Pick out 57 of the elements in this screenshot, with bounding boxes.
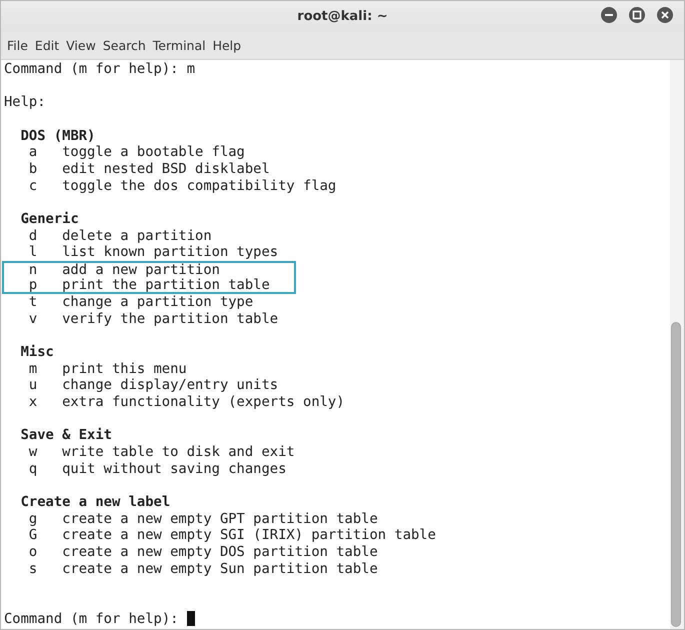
scrollbar[interactable]: [670, 60, 684, 629]
command-key: s: [28, 560, 62, 578]
command-key: a: [28, 144, 62, 161]
command-prompt: Command (m for help):: [4, 610, 180, 627]
command-key: d: [28, 228, 62, 244]
command-description: create a new empty GPT partition table: [62, 510, 378, 527]
command-key: t: [28, 294, 62, 311]
minimize-icon[interactable]: [600, 6, 618, 24]
command-description: extra functionality (experts only): [62, 394, 345, 410]
menu-item[interactable]: Edit: [34, 38, 60, 53]
section-title: Generic: [20, 210, 79, 227]
section-title: Misc: [20, 344, 54, 360]
command-description: create a new empty Sun partition table: [62, 560, 378, 577]
command-description: toggle the dos compatibility flag: [62, 178, 336, 194]
command-key: G: [28, 527, 62, 544]
command-key: p: [28, 278, 62, 292]
command-description: list known partition types: [62, 244, 278, 260]
command-description: verify the partition table: [62, 310, 278, 327]
command-description: delete a partition: [62, 228, 212, 244]
menu-item[interactable]: Help: [212, 38, 242, 53]
command-description: write table to disk and exit: [62, 444, 295, 460]
command-key: g: [28, 510, 62, 528]
command-description: quit without saving changes: [62, 460, 286, 477]
section-title: Create a new label: [20, 494, 170, 510]
command-key: u: [28, 377, 62, 394]
command-description: add a new partition: [62, 262, 220, 278]
menu-item[interactable]: File: [7, 38, 28, 53]
command-key: l: [28, 244, 62, 261]
close-icon[interactable]: [656, 6, 674, 24]
menu-item[interactable]: Search: [102, 38, 146, 53]
command-description: print the partition table: [62, 276, 270, 293]
command-key: m: [28, 360, 62, 378]
command-description: change display/entry units: [62, 377, 278, 394]
section-title: Save & Exit: [20, 427, 112, 444]
command-key: x: [28, 394, 62, 411]
command-key: n: [28, 262, 62, 278]
command-key: o: [28, 544, 62, 561]
scrollbar-thumb[interactable]: [671, 322, 681, 627]
command-key: v: [28, 310, 62, 328]
command-description: change a partition type: [62, 294, 254, 310]
command-description: edit nested BSD disklabel: [62, 160, 270, 177]
command-key: w: [28, 444, 62, 461]
window-title: root@kali: ~: [297, 9, 388, 24]
maximize-icon[interactable]: [628, 6, 646, 24]
command-key: b: [28, 160, 62, 178]
command-description: toggle a bootable flag: [62, 144, 245, 160]
command-key: c: [28, 178, 62, 194]
command-description: print this menu: [62, 360, 187, 377]
help-heading: Help:: [4, 94, 46, 110]
menu-item[interactable]: Terminal: [152, 38, 206, 53]
section-title: DOS (MBR): [20, 128, 96, 144]
text-cursor: [186, 610, 195, 626]
command-prompt: Command (m for help): m: [4, 61, 196, 77]
menu-item[interactable]: View: [66, 38, 96, 53]
command-key: q: [28, 460, 62, 478]
command-description: create a new empty DOS partition table: [62, 544, 378, 560]
command-description: create a new empty SGI (IRIX) partition table: [62, 527, 436, 544]
